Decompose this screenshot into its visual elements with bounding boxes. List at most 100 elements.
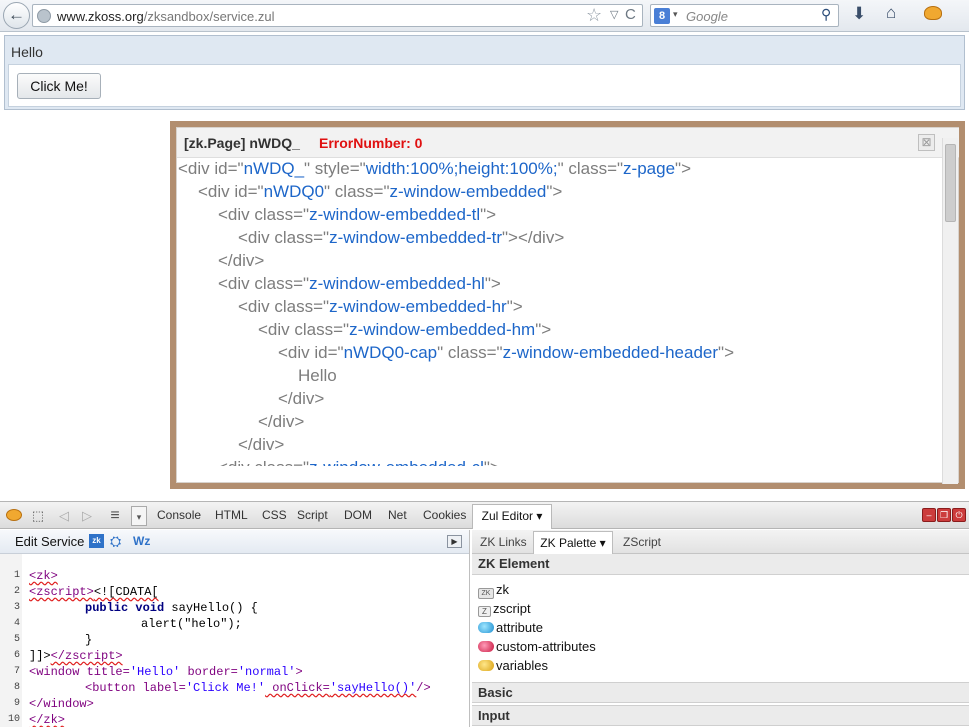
html-line: <div class="z-window-embedded-tl"> [218,205,496,225]
code-line: } [85,633,92,647]
line-number: 9 [13,698,20,709]
inspector-inner: [zk.Page] nWDQ_ ErrorNumber: 0 ⊠ <div id… [176,127,959,484]
palette-item-zk[interactable]: ZK zk [478,582,509,600]
html-value: z-window-embedded-hm [349,320,536,339]
zscript-icon: Z [478,606,491,617]
line-number: 10 [7,714,20,725]
code-token: title= [86,665,130,679]
input-section-header[interactable]: Input [472,705,969,726]
restore-icon[interactable]: ❐ [937,508,951,522]
minimize-icon[interactable]: – [922,508,936,522]
scrollbar-thumb[interactable] [945,144,956,222]
palette-item-custom-attributes[interactable]: custom-attributes [478,639,596,657]
tab-zk-links[interactable]: ZK Links [480,535,527,549]
palette-item-label: attribute [496,620,543,635]
html-markup: </div> [258,412,305,431]
inspector-header: [zk.Page] nWDQ_ ErrorNumber: 0 ⊠ [177,128,959,158]
firebug-logo-icon[interactable] [4,506,24,526]
tab-html[interactable]: HTML [215,508,248,522]
code-line: <window title='Hello' border='normal'> [29,665,303,679]
editor-title: Edit Service [15,534,85,549]
next-icon[interactable]: ▷ [80,506,94,526]
tab-script[interactable]: Script [297,508,328,522]
palette-item-zscript[interactable]: Zzscript [478,601,531,619]
inspect-element-icon[interactable]: ⬚ [28,506,48,526]
tab-zul-editor[interactable]: Zul Editor ▾ [472,504,552,529]
palette-item-variables[interactable]: variables [478,658,548,676]
html-value: nWDQ0 [263,182,325,201]
tab-dom[interactable]: DOM [344,508,372,522]
home-icon[interactable]: ⌂ [886,3,896,23]
search-input[interactable]: Google [686,9,728,24]
tab-zscript[interactable]: ZScript [623,535,661,549]
tab-zk-palette[interactable]: ZK Palette ▾ [533,531,613,555]
html-markup: <div class=" [218,458,310,477]
click-me-button[interactable]: Click Me! [17,73,101,99]
zk-palette-pane: ZK Links ZK Palette ▾ ZScript ZK Element… [472,530,969,727]
inspector-scrollbar[interactable] [942,138,958,484]
menu-icon[interactable]: ≡ [104,506,126,526]
code-token: <![CDATA[ [93,585,159,599]
html-markup: <div id=" [178,159,244,178]
firebug-icon[interactable] [924,6,942,20]
line-number: 8 [13,682,20,693]
search-go-icon[interactable]: ⚲ [821,6,831,23]
component-tree-icon[interactable]: ⛭ [110,533,121,550]
url-dropdown-icon[interactable]: ▽ [610,8,618,21]
url-path: /zksandbox/service.zul [143,9,275,24]
code-token: <zk> [29,569,58,583]
html-line: <div id="nWDQ0-cap" class="z-window-embe… [278,343,734,363]
code-line: ]]></zscript> [29,649,123,663]
star-icon[interactable]: ☆ [586,5,602,26]
url-bar[interactable]: www.zkoss.org/zksandbox/service.zul ☆ ▽ … [32,4,643,27]
line-number: 4 [13,618,20,629]
code-line: <zscript><![CDATA[ [29,585,159,599]
html-line: </div> [278,389,324,409]
zk-element-section-header[interactable]: ZK Element [472,554,969,575]
reload-icon[interactable]: C [625,6,636,23]
tab-net[interactable]: Net [388,508,407,522]
tab-console[interactable]: Console [157,508,201,522]
html-line: <div id="nWDQ_" style="width:100%;height… [178,159,691,179]
palette-item-label: zk [496,582,509,597]
html-markup: <div class=" [218,274,310,293]
code-token: alert("helo"); [141,617,242,631]
code-token: sayHello() { [164,601,258,615]
line-number: 1 [13,570,20,581]
close-icon[interactable]: ⊠ [918,134,935,151]
globe-icon [37,9,51,23]
html-value: z-page [623,159,676,178]
code-token: 'Hello' [129,665,181,679]
inspector-html-source: <div id="nWDQ_" style="width:100%;height… [177,158,942,484]
tab-cookies[interactable]: Cookies [423,508,466,522]
wizard-icon[interactable]: Wz [133,534,150,548]
html-markup: </div> [238,435,285,454]
tab-css[interactable]: CSS [262,508,287,522]
prev-icon[interactable]: ◁ [57,506,71,526]
html-value: z-window-embedded-tr [329,228,502,247]
search-engine-icon[interactable]: 8 [654,8,670,24]
html-markup: "> [718,343,734,362]
download-icon[interactable]: ⬇ [852,4,866,24]
expand-icon[interactable]: ▶ [447,535,462,548]
palette-item-attribute[interactable]: attribute [478,620,543,638]
code-token: </zk> [29,713,66,727]
code-line: alert("helo"); [141,617,242,631]
code-token: label= [142,681,186,695]
menu-dropdown-icon[interactable]: ▾ [131,506,147,526]
close-firebug-icon[interactable]: ⏻ [952,508,966,522]
html-value: z-window-embedded-hl [309,274,485,293]
zul-editor-pane: Edit Service zk ⛭ Wz ▶ 1 2 3 4 5 6 7 8 9… [0,530,470,727]
search-engine-caret-icon[interactable]: ▾ [673,9,678,20]
search-bar[interactable]: 8 ▾ Google ⚲ [650,4,839,27]
zk-run-icon[interactable]: zk [89,534,104,548]
code-token: } [85,633,93,647]
code-line: <zk> [29,569,58,583]
basic-section-header[interactable]: Basic [472,682,969,703]
html-markup: " class=" [437,343,503,362]
html-line: <div id="nWDQ0" class="z-window-embedded… [198,182,562,202]
palette-item-label: zscript [493,601,531,616]
code-token: <zscript> [29,585,94,599]
back-icon[interactable]: ← [3,2,30,29]
url-text[interactable]: www.zkoss.org/zksandbox/service.zul [57,9,274,24]
